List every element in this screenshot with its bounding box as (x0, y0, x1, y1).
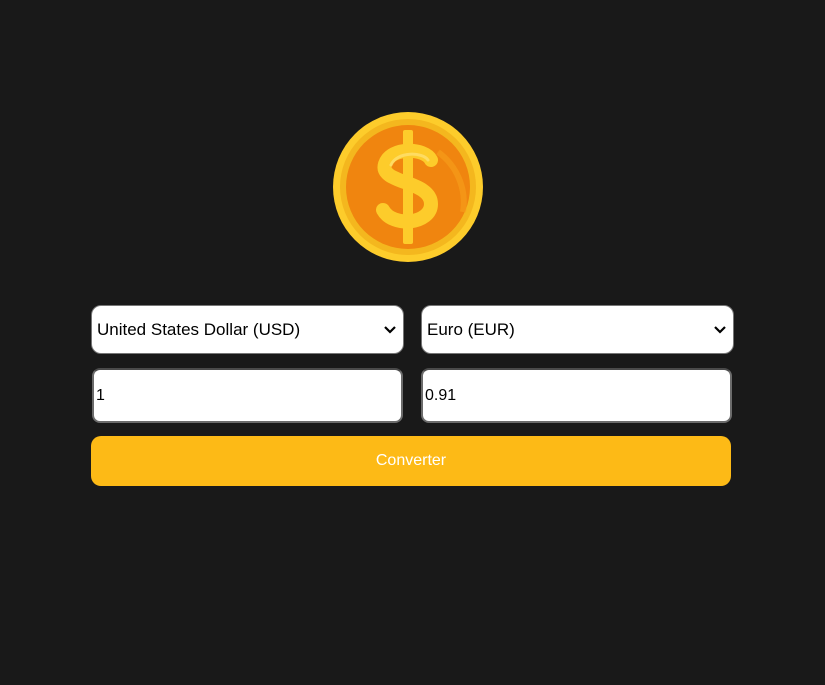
from-currency-select[interactable]: United States Dollar (USD) (91, 305, 404, 354)
converter-page: United States Dollar (USD) Euro (EUR) 1 … (0, 0, 825, 685)
convert-button-label: Converter (375, 452, 447, 469)
from-currency-label: United States Dollar (USD) (97, 319, 301, 339)
to-currency-select[interactable]: Euro (EUR) (421, 305, 734, 354)
to-amount-input[interactable]: 0.91 (421, 368, 732, 423)
to-currency-label: Euro (EUR) (427, 319, 515, 339)
dollar-coin-icon (333, 112, 483, 262)
from-amount-input[interactable]: 1 (92, 368, 403, 423)
chevron-down-icon (383, 323, 397, 337)
convert-button[interactable]: Converter (91, 436, 731, 486)
from-amount-value: 1 (96, 386, 105, 404)
chevron-down-icon (713, 323, 727, 337)
to-amount-value: 0.91 (425, 386, 457, 404)
